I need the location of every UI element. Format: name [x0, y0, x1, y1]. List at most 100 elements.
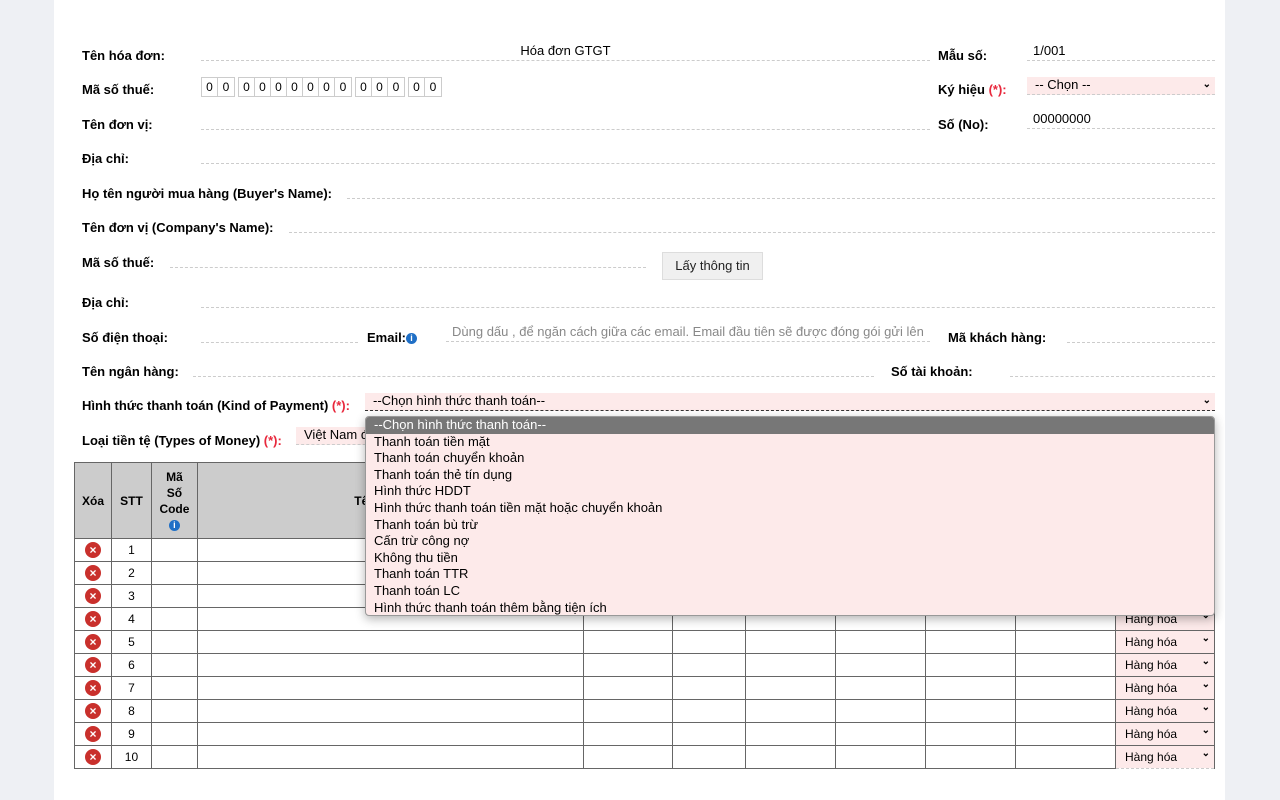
cell[interactable]	[745, 745, 837, 769]
item-type-select[interactable]: Hàng hóa⌄	[1115, 722, 1215, 746]
cell[interactable]	[925, 722, 1017, 746]
cell[interactable]	[150, 630, 198, 654]
cell[interactable]	[745, 699, 837, 723]
payment-option[interactable]: Thanh toán LC	[366, 583, 1214, 600]
cell[interactable]	[1015, 745, 1116, 769]
cell[interactable]	[925, 676, 1017, 700]
fetch-info-button[interactable]: Lấy thông tin	[662, 252, 763, 280]
cell[interactable]	[582, 699, 674, 723]
payment-option[interactable]: Thanh toán thẻ tín dụng	[366, 467, 1214, 484]
payment-option[interactable]: Hình thức thanh toán tiền mặt hoặc chuyể…	[366, 500, 1214, 517]
address-field[interactable]	[201, 146, 1215, 164]
delete-row-icon[interactable]: ×	[84, 680, 101, 696]
tax-code-digit[interactable]: 0	[388, 78, 404, 96]
cell[interactable]	[196, 676, 584, 700]
payment-option[interactable]: Hình thức thanh toán thêm bằng tiện ích	[366, 600, 1214, 615]
payment-select[interactable]: --Chọn hình thức thanh toán-- ⌄	[365, 393, 1215, 411]
bank-name-field[interactable]	[193, 359, 874, 377]
payment-option[interactable]: Thanh toán chuyển khoản	[366, 450, 1214, 467]
tax-code-digit[interactable]: 0	[239, 78, 255, 96]
cell[interactable]	[150, 676, 198, 700]
tax-code-digit[interactable]: 0	[335, 78, 351, 96]
payment-option[interactable]: Không thu tiền	[366, 550, 1214, 567]
cell[interactable]	[150, 607, 198, 631]
delete-row-icon[interactable]: ×	[84, 703, 101, 719]
currency-select[interactable]: Việt Nam đ	[296, 427, 376, 445]
cell[interactable]	[672, 653, 747, 677]
cell[interactable]	[745, 722, 837, 746]
cell[interactable]	[1015, 653, 1116, 677]
cell[interactable]	[150, 561, 198, 585]
item-type-select[interactable]: Hàng hóa⌄	[1115, 630, 1215, 654]
delete-row-icon[interactable]: ×	[84, 542, 101, 558]
payment-option[interactable]: Cấn trừ công nợ	[366, 533, 1214, 550]
payment-option[interactable]: --Chọn hình thức thanh toán--	[366, 417, 1214, 434]
tax-code-digit[interactable]: 0	[425, 78, 441, 96]
delete-row-icon[interactable]: ×	[84, 611, 101, 627]
cell[interactable]	[582, 653, 674, 677]
item-type-select[interactable]: Hàng hóa⌄	[1115, 653, 1215, 677]
cell[interactable]	[835, 676, 927, 700]
cell[interactable]	[925, 699, 1017, 723]
cell[interactable]	[1015, 630, 1116, 654]
cell[interactable]	[150, 584, 198, 608]
cell[interactable]	[582, 745, 674, 769]
cell[interactable]	[1015, 722, 1116, 746]
cell[interactable]	[835, 722, 927, 746]
cell[interactable]	[582, 630, 674, 654]
cell[interactable]	[672, 745, 747, 769]
payment-option[interactable]: Thanh toán tiền mặt	[366, 434, 1214, 451]
cell[interactable]	[745, 630, 837, 654]
customer-code-field[interactable]	[1067, 325, 1215, 343]
tax-code-digit[interactable]: 0	[409, 78, 425, 96]
cell[interactable]	[672, 676, 747, 700]
cell[interactable]	[1015, 676, 1116, 700]
cell[interactable]	[150, 745, 198, 769]
cell[interactable]	[835, 745, 927, 769]
company-name-field[interactable]	[289, 215, 1215, 233]
cell[interactable]	[150, 538, 198, 562]
cell[interactable]	[582, 676, 674, 700]
cell[interactable]	[196, 745, 584, 769]
cell[interactable]	[925, 745, 1017, 769]
cell[interactable]	[835, 630, 927, 654]
payment-option[interactable]: Thanh toán bù trừ	[366, 517, 1214, 534]
delete-row-icon[interactable]: ×	[84, 634, 101, 650]
payment-option[interactable]: Thanh toán TTR	[366, 566, 1214, 583]
invoice-no-field[interactable]: 00000000	[1027, 111, 1215, 129]
cell[interactable]	[150, 653, 198, 677]
cell[interactable]	[835, 699, 927, 723]
cell[interactable]	[672, 722, 747, 746]
phone-field[interactable]	[201, 325, 358, 343]
cell[interactable]	[745, 653, 837, 677]
cell[interactable]	[925, 653, 1017, 677]
symbol-select[interactable]: -- Chọn -- ⌄	[1027, 77, 1215, 95]
cell[interactable]	[672, 699, 747, 723]
item-type-select[interactable]: Hàng hóa⌄	[1115, 745, 1215, 769]
unit-name-field[interactable]	[201, 112, 930, 130]
cell[interactable]	[582, 722, 674, 746]
account-number-field[interactable]	[1010, 359, 1215, 377]
tax-code-digit[interactable]: 0	[287, 78, 303, 96]
cell[interactable]	[745, 676, 837, 700]
tax-code-digit[interactable]: 0	[319, 78, 335, 96]
cell[interactable]	[196, 653, 584, 677]
cell[interactable]	[1015, 699, 1116, 723]
tax-code-digit[interactable]: 0	[218, 78, 234, 96]
tax-code-digit[interactable]: 0	[372, 78, 388, 96]
delete-row-icon[interactable]: ×	[84, 588, 101, 604]
payment-option[interactable]: Hình thức HDDT	[366, 483, 1214, 500]
cell[interactable]	[150, 699, 198, 723]
delete-row-icon[interactable]: ×	[84, 657, 101, 673]
email-field[interactable]: Dùng dấu , để ngăn cách giữa các email. …	[446, 324, 930, 342]
item-type-select[interactable]: Hàng hóa⌄	[1115, 676, 1215, 700]
delete-row-icon[interactable]: ×	[84, 565, 101, 581]
item-type-select[interactable]: Hàng hóa⌄	[1115, 699, 1215, 723]
cell[interactable]	[150, 722, 198, 746]
buyer-tax-code-field[interactable]	[170, 250, 646, 268]
invoice-name-field[interactable]: Hóa đơn GTGT	[201, 43, 930, 61]
tax-code-digit[interactable]: 0	[356, 78, 372, 96]
info-icon[interactable]: i	[406, 333, 418, 345]
buyer-address-field[interactable]	[201, 290, 1215, 308]
cell[interactable]	[196, 699, 584, 723]
